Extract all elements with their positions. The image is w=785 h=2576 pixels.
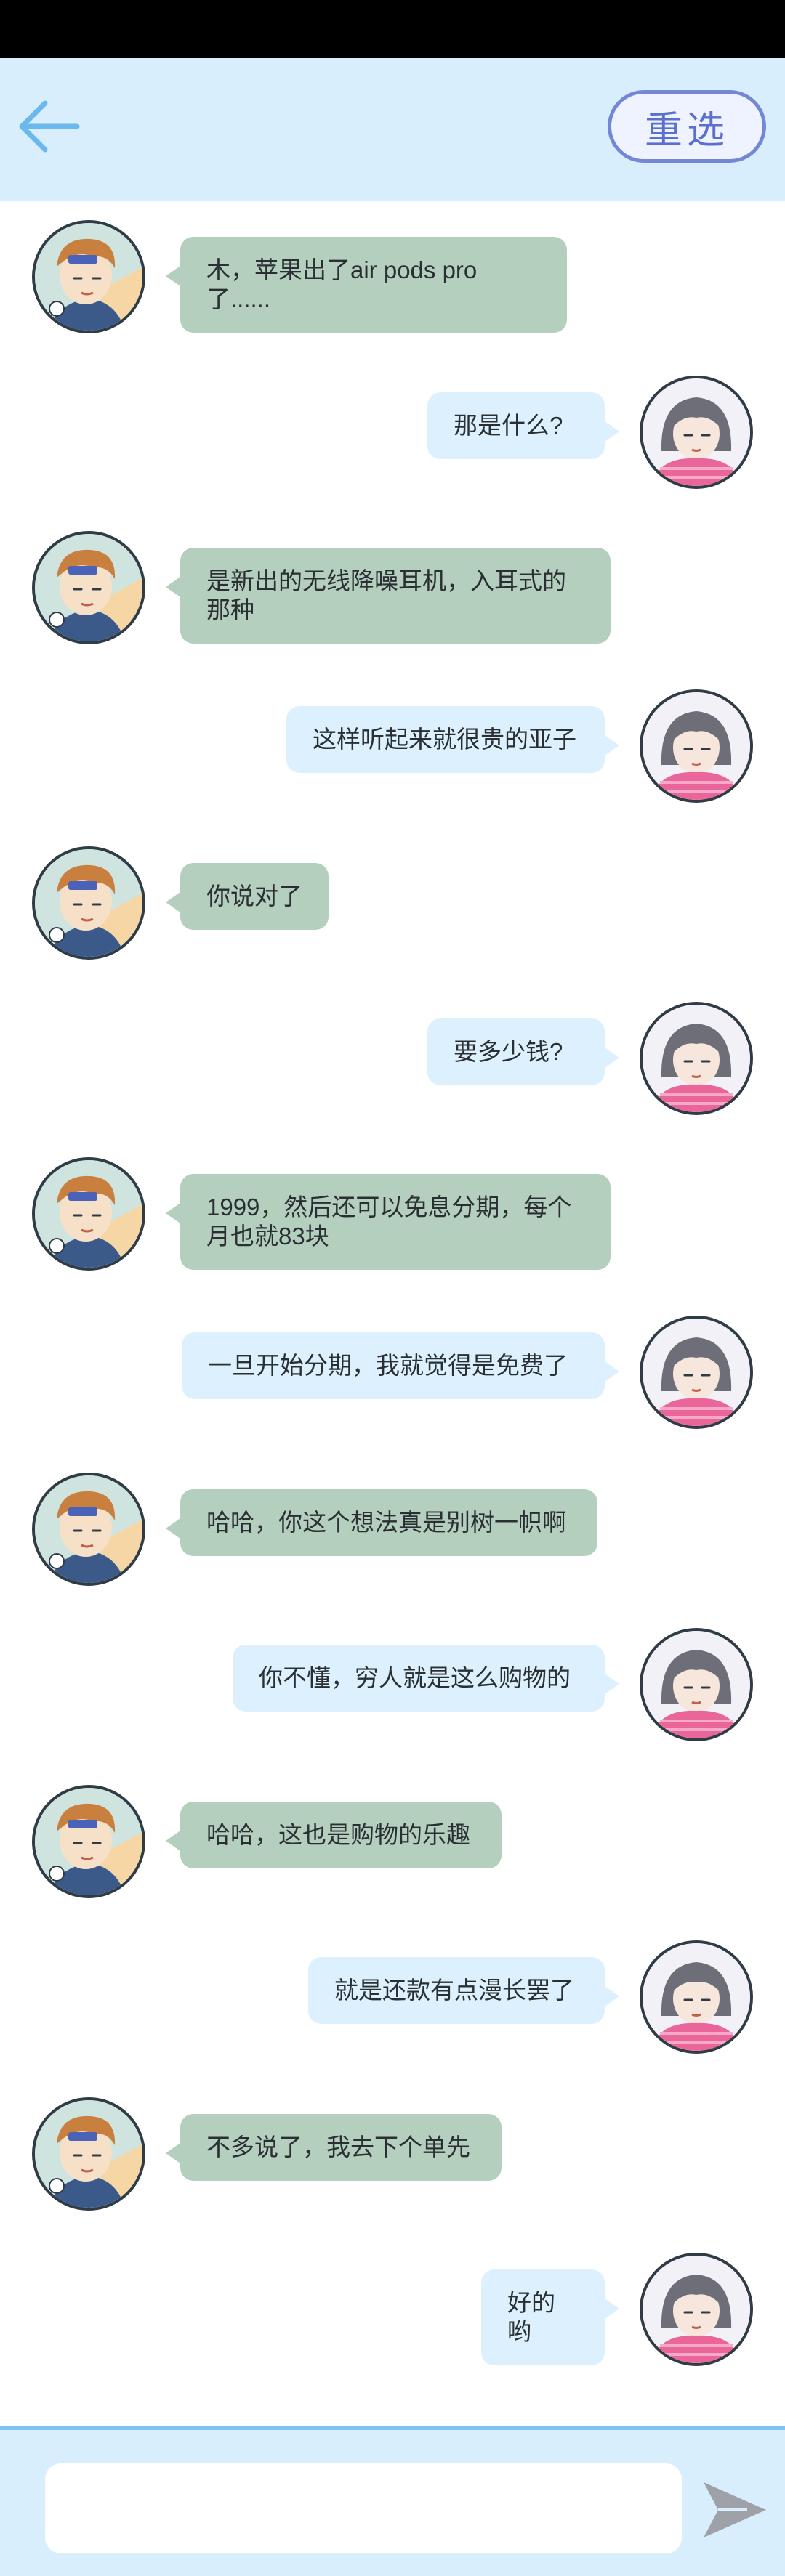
- girl-avatar: [643, 1631, 750, 1738]
- boy-avatar: [35, 2100, 142, 2208]
- chat-list: 木，苹果出了air pods pro了...... 那是什么? 是新出的无线降噪…: [0, 201, 785, 2426]
- message-bubble: 一旦开始分期，我就觉得是免费了: [182, 1332, 619, 1399]
- arrow-left-icon: [19, 100, 80, 153]
- message-bubble: 不多说了，我去下个单先: [166, 2114, 502, 2181]
- message-row: 就是还款有点漫长罢了: [0, 1921, 785, 2054]
- girl-avatar: [643, 1319, 750, 1426]
- boy-avatar: [35, 1475, 142, 1583]
- user-avatar[interactable]: [640, 1628, 753, 1741]
- message-row: 要多少钱?: [0, 982, 785, 1115]
- message-row: 是新出的无线降噪耳机，入耳式的那种: [0, 511, 785, 644]
- composer-bar: [0, 2426, 785, 2576]
- message-bubble: 好的哟: [481, 2269, 619, 2365]
- message-bubble: 哈哈，你这个想法真是别树一帜啊: [166, 1489, 597, 1556]
- boy-avatar: [35, 849, 142, 957]
- back-button[interactable]: [13, 90, 86, 163]
- girl-avatar: [643, 692, 750, 800]
- boy-avatar: [35, 223, 142, 331]
- contact-avatar[interactable]: [32, 531, 145, 644]
- message-row: 一旦开始分期，我就觉得是免费了: [0, 1296, 785, 1429]
- message-row: 那是什么?: [0, 356, 785, 489]
- user-avatar[interactable]: [640, 376, 753, 489]
- message-bubble: 那是什么?: [427, 392, 619, 459]
- reselect-button[interactable]: 重选: [608, 90, 766, 163]
- girl-avatar: [643, 1943, 750, 2051]
- message-bubble: 哈哈，这也是购物的乐趣: [166, 1802, 502, 1868]
- girl-avatar: [643, 1005, 750, 1112]
- message-row: 1999，然后还可以免息分期，每个月也就83块: [0, 1138, 785, 1271]
- message-row: 不多说了，我去下个单先: [0, 2078, 785, 2211]
- message-row: 你说对了: [0, 827, 785, 960]
- contact-avatar[interactable]: [32, 1785, 145, 1898]
- contact-avatar[interactable]: [32, 1157, 145, 1271]
- contact-avatar[interactable]: [32, 220, 145, 333]
- message-row: 哈哈，你这个想法真是别树一帜啊: [0, 1453, 785, 1586]
- contact-avatar[interactable]: [32, 846, 145, 960]
- message-bubble: 你说对了: [166, 863, 329, 930]
- message-bubble: 1999，然后还可以免息分期，每个月也就83块: [166, 1174, 611, 1270]
- send-icon: [704, 2482, 766, 2537]
- message-row: 好的哟: [0, 2233, 785, 2366]
- status-bar: [0, 0, 785, 58]
- contact-avatar[interactable]: [32, 1473, 145, 1586]
- girl-avatar: [643, 2256, 750, 2363]
- message-bubble: 这样听起来就很贵的亚子: [286, 706, 619, 773]
- message-row: 你不懂，穷人就是这么购物的: [0, 1608, 785, 1741]
- user-avatar[interactable]: [640, 2253, 753, 2366]
- boy-avatar: [35, 1160, 142, 1268]
- message-bubble: 木，苹果出了air pods pro了......: [166, 237, 567, 333]
- boy-avatar: [35, 534, 142, 641]
- user-avatar[interactable]: [640, 1316, 753, 1429]
- message-bubble: 你不懂，穷人就是这么购物的: [233, 1645, 619, 1712]
- message-bubble: 要多少钱?: [427, 1018, 619, 1085]
- contact-avatar[interactable]: [32, 2097, 145, 2211]
- message-row: 这样听起来就很贵的亚子: [0, 670, 785, 803]
- boy-avatar: [35, 1788, 142, 1895]
- message-row: 哈哈，这也是购物的乐趣: [0, 1765, 785, 1898]
- user-avatar[interactable]: [640, 1002, 753, 1115]
- user-avatar[interactable]: [640, 689, 753, 803]
- message-input[interactable]: [45, 2463, 682, 2553]
- message-bubble: 就是还款有点漫长罢了: [308, 1957, 619, 2024]
- top-bar: 重选: [0, 58, 785, 201]
- message-bubble: 是新出的无线降噪耳机，入耳式的那种: [166, 548, 611, 644]
- girl-avatar: [643, 378, 750, 486]
- user-avatar[interactable]: [640, 1940, 753, 2054]
- send-button[interactable]: [696, 2472, 772, 2548]
- message-row: 木，苹果出了air pods pro了......: [0, 201, 785, 333]
